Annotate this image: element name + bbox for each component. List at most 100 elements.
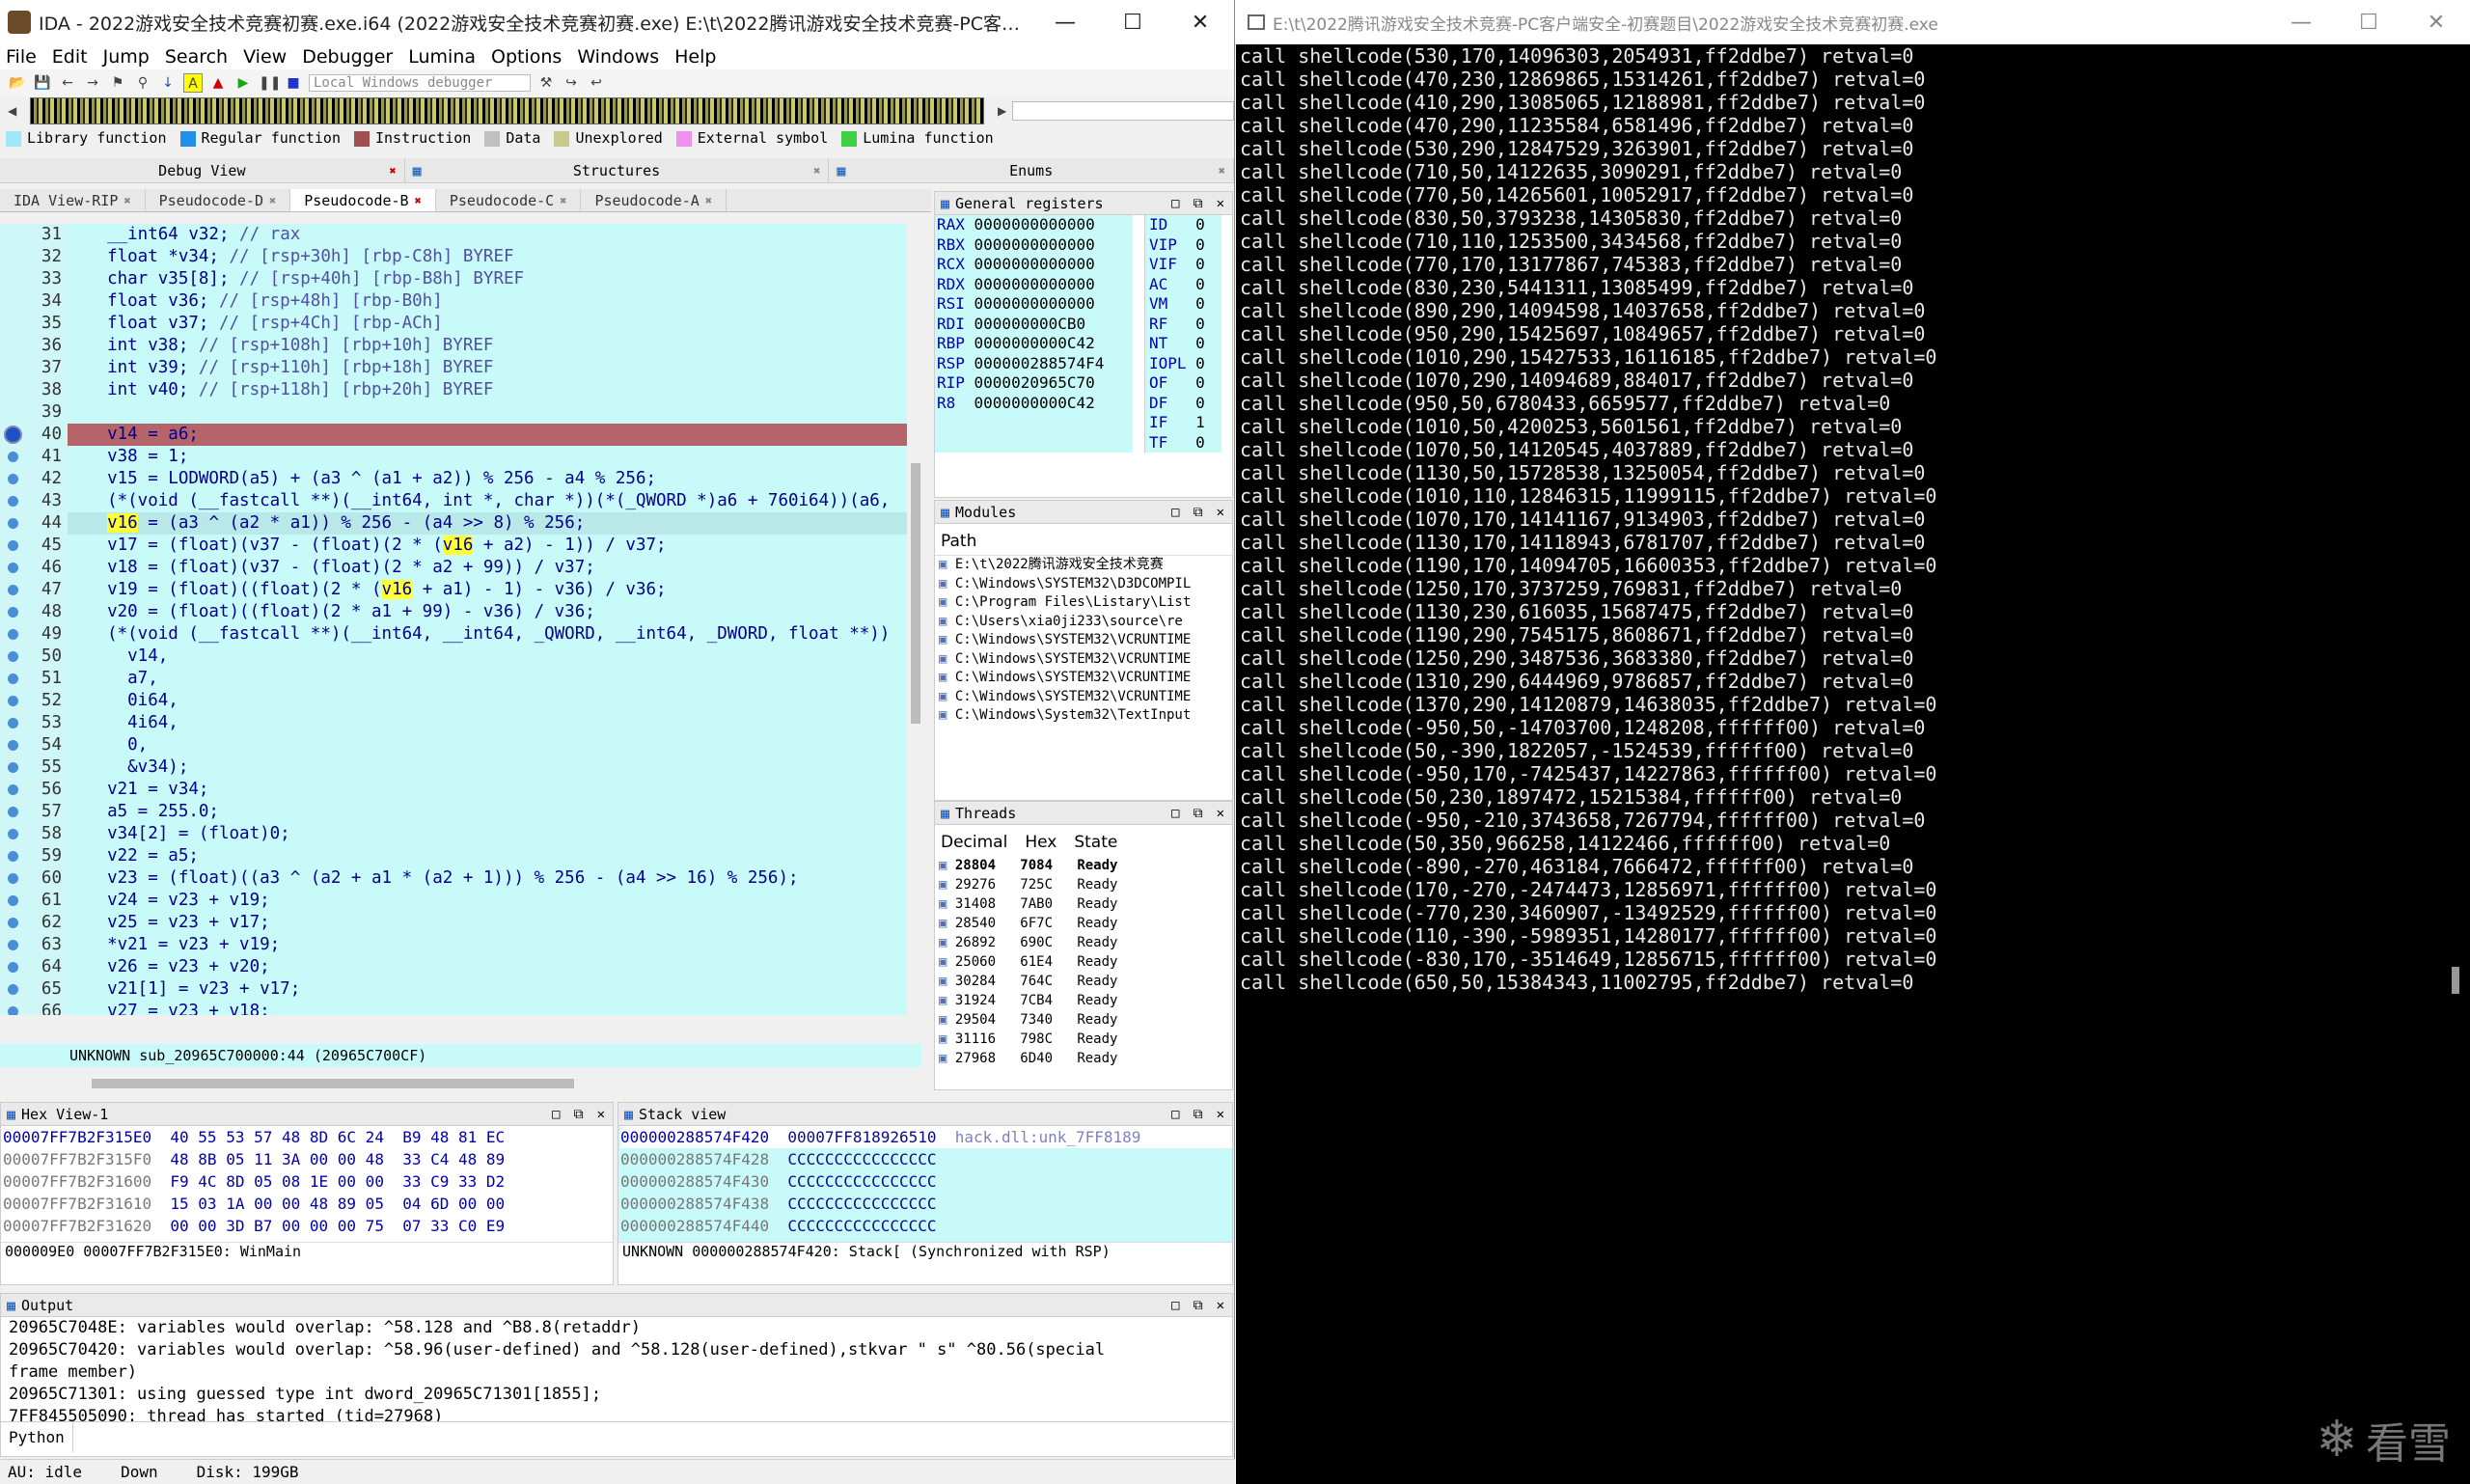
console-scrollbar[interactable]	[2452, 967, 2459, 994]
breakpoint-icon[interactable]	[4, 426, 22, 444]
code-line[interactable]: 34 float v36; // [rsp+48h] [rbp-B0h]	[0, 290, 907, 313]
code-line[interactable]: 44 v16 = (a3 ^ (a2 * a1)) % 256 - (a4 >>…	[0, 512, 907, 535]
line-marker-icon[interactable]	[8, 651, 18, 662]
hex-row[interactable]: 00007FF7B2F31610 15 03 1A 00 00 48 89 05…	[3, 1193, 613, 1215]
restore-icon[interactable]: □	[1171, 196, 1179, 211]
code-line[interactable]: 63 *v21 = v23 + v19;	[0, 934, 907, 956]
code-hscroll[interactable]	[92, 1079, 574, 1088]
nav-select[interactable]	[1012, 101, 1234, 121]
line-marker-icon[interactable]	[8, 540, 18, 551]
line-marker-icon[interactable]	[8, 807, 18, 817]
flag-row[interactable]: VIF 0	[1149, 255, 1221, 275]
line-marker-icon[interactable]	[8, 629, 18, 640]
line-marker-icon[interactable]	[8, 873, 18, 884]
code-line[interactable]: 32 float *v34; // [rsp+30h] [rbp-C8h] BY…	[0, 246, 907, 268]
menu-debugger[interactable]: Debugger	[302, 46, 393, 68]
console-output[interactable]: call shellcode(530,170,14096303,2054931,…	[1236, 44, 2470, 994]
line-marker-icon[interactable]	[8, 718, 18, 728]
nav-left-icon[interactable]: ◀	[8, 104, 16, 118]
code-line[interactable]: 37 int v39; // [rsp+110h] [rbp+18h] BYRE…	[0, 357, 907, 379]
ida-titlebar[interactable]: IDA - 2022游戏安全技术竞赛初赛.exe.i64 (2022游戏安全技术…	[0, 0, 1234, 44]
code-line[interactable]: 47 v19 = (float)((float)(2 * (v16 + a1) …	[0, 579, 907, 601]
open-icon[interactable]: 📂	[8, 73, 27, 93]
close-icon[interactable]: ✕	[1217, 1298, 1224, 1313]
bookmark-icon[interactable]: ⚑	[108, 73, 127, 93]
close-icon[interactable]: ✖	[389, 164, 396, 178]
code-line[interactable]: 41 v38 = 1;	[0, 446, 907, 468]
code-line[interactable]: 66 v27 = v23 + v18;	[0, 1001, 907, 1015]
menu-file[interactable]: File	[6, 46, 37, 68]
back-icon[interactable]: ←	[58, 73, 77, 93]
register-row[interactable]: RCX 0000000000000	[937, 255, 1133, 275]
register-row[interactable]: RSP 000000288574F4	[937, 354, 1133, 374]
close-button[interactable]: ✕	[1166, 11, 1234, 35]
restore-icon[interactable]: □	[1171, 1107, 1179, 1122]
close-icon[interactable]: ✖	[415, 194, 422, 207]
close-icon[interactable]: ✖	[705, 194, 712, 207]
register-row[interactable]: RSI 0000000000000	[937, 294, 1133, 315]
tab-ida-view-rip[interactable]: IDA View-RIP ✖	[0, 189, 146, 211]
flag-row[interactable]: VM 0	[1149, 294, 1221, 315]
code-line[interactable]: 57 a5 = 255.0;	[0, 801, 907, 823]
thread-row[interactable]: ▣ 31408 7AB0 Ready	[939, 894, 1232, 914]
line-marker-icon[interactable]	[8, 518, 18, 529]
code-line[interactable]: 54 0,	[0, 734, 907, 756]
float-icon[interactable]: ⧉	[1194, 1107, 1203, 1122]
line-marker-icon[interactable]	[8, 851, 18, 862]
tab-pseudocode-d[interactable]: Pseudocode-D ✖	[146, 189, 291, 211]
thread-row[interactable]: ▣ 29504 7340 Ready	[939, 1010, 1232, 1030]
line-marker-icon[interactable]	[8, 1006, 18, 1015]
code-line[interactable]: 45 v17 = (float)(v37 - (float)(2 * (v16 …	[0, 535, 907, 557]
thread-row[interactable]: ▣ 25060 61E4 Ready	[939, 952, 1232, 972]
code-line[interactable]: 51 a7,	[0, 668, 907, 690]
flag-row[interactable]: DF 0	[1149, 394, 1221, 414]
menu-edit[interactable]: Edit	[52, 46, 88, 68]
step-over-icon[interactable]: ↩	[587, 73, 606, 93]
code-line[interactable]: 35 float v37; // [rsp+4Ch] [rbp-ACh]	[0, 313, 907, 335]
close-icon[interactable]: ✖	[813, 164, 820, 178]
hex-row[interactable]: 00007FF7B2F31600 F9 4C 8D 05 08 1E 00 00…	[3, 1170, 613, 1193]
module-row[interactable]: ▣ C:\Program Files\Listary\List	[939, 593, 1232, 613]
stack-row[interactable]: 000000288574F440 CCCCCCCCCCCCCCCC	[620, 1215, 1232, 1237]
menu-lumina[interactable]: Lumina	[408, 46, 476, 68]
code-line[interactable]: 65 v21[1] = v23 + v17;	[0, 978, 907, 1001]
close-icon[interactable]: ✕	[1217, 505, 1224, 520]
code-line[interactable]: 59 v22 = a5;	[0, 845, 907, 867]
register-row[interactable]: RDI 000000000CB0	[937, 315, 1133, 335]
float-icon[interactable]: ⧉	[1194, 196, 1203, 211]
col-hex[interactable]: Hex	[1025, 833, 1057, 852]
stack-row[interactable]: 000000288574F420 00007FF818926510 hack.d…	[620, 1126, 1232, 1148]
code-line[interactable]: 40 v14 = a6;	[0, 424, 907, 446]
line-marker-icon[interactable]	[8, 740, 18, 751]
code-line[interactable]: 33 char v35[8]; // [rsp+40h] [rbp-B8h] B…	[0, 268, 907, 290]
tab-pseudocode-c[interactable]: Pseudocode-C ✖	[436, 189, 582, 211]
module-row[interactable]: ▣ C:\Windows\SYSTEM32\VCRUNTIME	[939, 650, 1232, 670]
segment-icon[interactable]: A	[183, 73, 203, 93]
save-icon[interactable]: 💾	[33, 73, 52, 93]
code-line[interactable]: 31 __int64 v32; // rax	[0, 224, 907, 246]
down-icon[interactable]: ↓	[158, 73, 178, 93]
module-row[interactable]: ▣ C:\Windows\System32\TextInput	[939, 706, 1232, 726]
code-line[interactable]: 36 int v38; // [rsp+108h] [rbp+10h] BYRE…	[0, 335, 907, 357]
cli-label[interactable]: Python	[1, 1422, 73, 1452]
code-line[interactable]: 38 int v40; // [rsp+118h] [rbp+20h] BYRE…	[0, 379, 907, 401]
module-row[interactable]: ▣ C:\Windows\SYSTEM32\VCRUNTIME	[939, 631, 1232, 650]
line-marker-icon[interactable]	[8, 474, 18, 484]
line-marker-icon[interactable]	[8, 895, 18, 906]
close-icon[interactable]: ✕	[597, 1107, 605, 1122]
col-state[interactable]: State	[1074, 833, 1117, 852]
restore-icon[interactable]: □	[1171, 806, 1179, 821]
code-line[interactable]: 52 0i64,	[0, 690, 907, 712]
thread-row[interactable]: ▣ 30284 764C Ready	[939, 972, 1232, 991]
module-row[interactable]: ▣ E:\t\2022腾讯游戏安全技术竞赛	[939, 556, 1232, 575]
code-vscroll[interactable]	[911, 463, 920, 724]
code-line[interactable]: 64 v26 = v23 + v20;	[0, 956, 907, 978]
hex-row[interactable]: 00007FF7B2F315E0 40 55 53 57 48 8D 6C 24…	[3, 1126, 613, 1148]
module-row[interactable]: ▣ C:\Windows\SYSTEM32\VCRUNTIME	[939, 688, 1232, 707]
output-log[interactable]: 20965C7048E: variables would overlap: ^5…	[1, 1317, 1232, 1421]
code-line[interactable]: 39	[0, 401, 907, 424]
tab-structures[interactable]: ▦ Structures ✖	[405, 158, 830, 182]
close-icon[interactable]: ✕	[1217, 196, 1224, 211]
stack-row[interactable]: 000000288574F428 CCCCCCCCCCCCCCCC	[620, 1148, 1232, 1170]
stop-icon[interactable]: ■	[284, 73, 303, 93]
